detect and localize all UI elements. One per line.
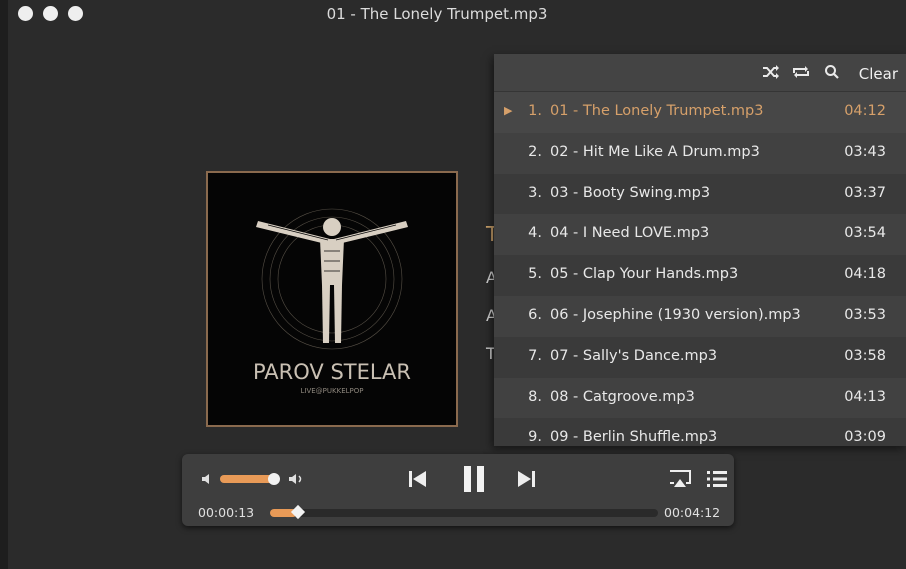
total-time: 00:04:12: [664, 505, 721, 520]
playlist-item-name: 08 - Catgroove.mp3: [550, 388, 695, 405]
playlist-panel: Clear ▶ 1. 01 - The Lonely Trumpet.mp3 04:1…: [494, 54, 906, 446]
album-artwork: PAROV STELAR LIVE@PUKKELPOP: [206, 171, 458, 427]
playlist-item-number: 6.: [528, 306, 542, 323]
playlist-item-duration: 03:37: [844, 184, 886, 201]
playlist-item-duration: 03:09: [844, 429, 886, 446]
repeat-icon[interactable]: [792, 64, 810, 84]
airplay-icon[interactable]: [668, 469, 692, 489]
playlist-item-name: 02 - Hit Me Like A Drum.mp3: [550, 143, 760, 160]
playback-controls: 00:00:13 00:04:12: [182, 454, 734, 526]
playlist-item-duration: 03:43: [844, 143, 886, 160]
playlist-item-name: 07 - Sally's Dance.mp3: [550, 347, 718, 364]
playlist-item-number: 5.: [528, 266, 542, 283]
playlist-item[interactable]: 5. 05 - Clap Your Hands.mp3 04:18: [494, 255, 906, 296]
shuffle-icon[interactable]: [762, 64, 780, 84]
title-bar: 01 - The Lonely Trumpet.mp3: [8, 0, 906, 30]
playlist-icon[interactable]: [706, 469, 728, 489]
playlist-item-duration: 03:58: [844, 347, 886, 364]
playlist-item-name: 04 - I Need LOVE.mp3: [550, 225, 710, 242]
volume-high-icon[interactable]: [288, 471, 306, 487]
playlist-toolbar: Clear: [494, 54, 906, 92]
search-icon[interactable]: [824, 64, 840, 84]
seek-bar[interactable]: [270, 509, 658, 517]
playlist-item-number: 3.: [528, 184, 542, 201]
playlist-item[interactable]: 6. 06 - Josephine (1930 version).mp3 03:53: [494, 295, 906, 337]
playlist-item[interactable]: 3. 03 - Booty Swing.mp3 03:37: [494, 173, 906, 215]
playlist-item[interactable]: 7. 07 - Sally's Dance.mp3 03:58: [494, 336, 906, 378]
playlist-item-duration: 04:18: [844, 266, 886, 283]
elapsed-time: 00:00:13: [198, 505, 255, 520]
playlist-list: ▶ 1. 01 - The Lonely Trumpet.mp3 04:12 2. 02 …: [494, 92, 906, 446]
clear-playlist-button[interactable]: Clear: [859, 65, 898, 83]
playlist-item-number: 2.: [528, 143, 542, 160]
window-title: 01 - The Lonely Trumpet.mp3: [326, 5, 548, 23]
volume-low-icon[interactable]: [200, 472, 214, 486]
playlist-item-number: 1.: [528, 103, 542, 119]
playlist-item-number: 7.: [528, 347, 542, 364]
volume-level: [220, 475, 274, 483]
previous-track-icon[interactable]: [406, 468, 428, 490]
playlist-item-name: 01 - The Lonely Trumpet.mp3: [550, 103, 764, 119]
now-playing-icon: ▶: [504, 104, 513, 117]
playlist-item-name: 03 - Booty Swing.mp3: [550, 184, 711, 201]
pause-icon[interactable]: [462, 464, 486, 494]
playlist-item-duration: 03:53: [844, 306, 886, 323]
player-window: 01 - The Lonely Trumpet.mp3 PAROV STELAR…: [8, 0, 906, 569]
playlist-item-name: 09 - Berlin Shuffle.mp3: [550, 429, 718, 446]
playlist-item[interactable]: 4. 04 - I Need LOVE.mp3 03:54: [494, 214, 906, 256]
playlist-item[interactable]: 9. 09 - Berlin Shuffle.mp3 03:09: [494, 418, 906, 446]
album-artwork-image: PAROV STELAR LIVE@PUKKELPOP: [208, 173, 456, 425]
playlist-item-duration: 04:13: [844, 388, 886, 405]
playlist-item-number: 8.: [528, 388, 542, 405]
playlist-item-name: 05 - Clap Your Hands.mp3: [550, 266, 739, 283]
playlist-item-duration: 03:54: [844, 225, 886, 242]
playlist-item[interactable]: 2. 02 - Hit Me Like A Drum.mp3 03:43: [494, 132, 906, 174]
next-track-icon[interactable]: [516, 468, 538, 490]
volume-knob[interactable]: [268, 473, 280, 485]
playlist-item[interactable]: 8. 08 - Catgroove.mp3 04:13: [494, 377, 906, 419]
album-artist-text: PAROV STELAR: [253, 360, 411, 384]
album-subtitle-text: LIVE@PUKKELPOP: [301, 387, 364, 395]
playlist-item-number: 4.: [528, 225, 542, 242]
playlist-item[interactable]: ▶ 1. 01 - The Lonely Trumpet.mp3 04:12: [494, 92, 906, 133]
playlist-item-number: 9.: [528, 429, 542, 446]
playlist-item-name: 06 - Josephine (1930 version).mp3: [550, 306, 801, 323]
playlist-item-duration: 04:12: [844, 103, 886, 119]
